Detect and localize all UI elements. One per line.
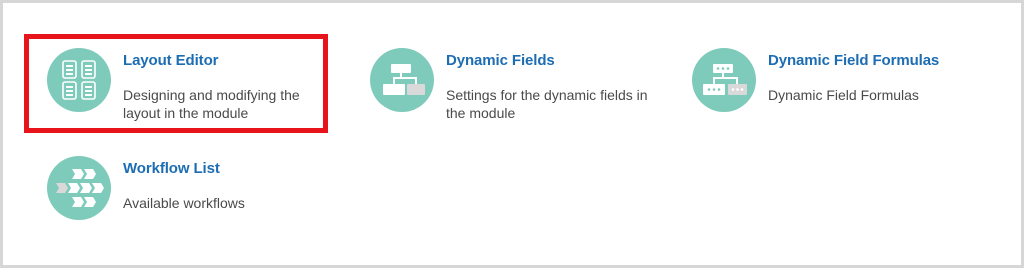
workflow-list-title[interactable]: Workflow List [123,160,220,177]
workflow-list-icon [47,156,111,220]
dynamic-fields-description: Settings for the dynamic fields in the m… [446,87,648,121]
highlight-box [24,34,328,133]
dynamic-fields-icon [370,48,434,112]
workflow-list-description: Available workflows [123,195,245,211]
dynamic-field-formulas-description: Dynamic Field Formulas [768,87,919,103]
dynamic-fields-title[interactable]: Dynamic Fields [446,52,555,69]
dynamic-field-formulas-title[interactable]: Dynamic Field Formulas [768,52,939,69]
dynamic-field-formulas-icon [692,48,756,112]
